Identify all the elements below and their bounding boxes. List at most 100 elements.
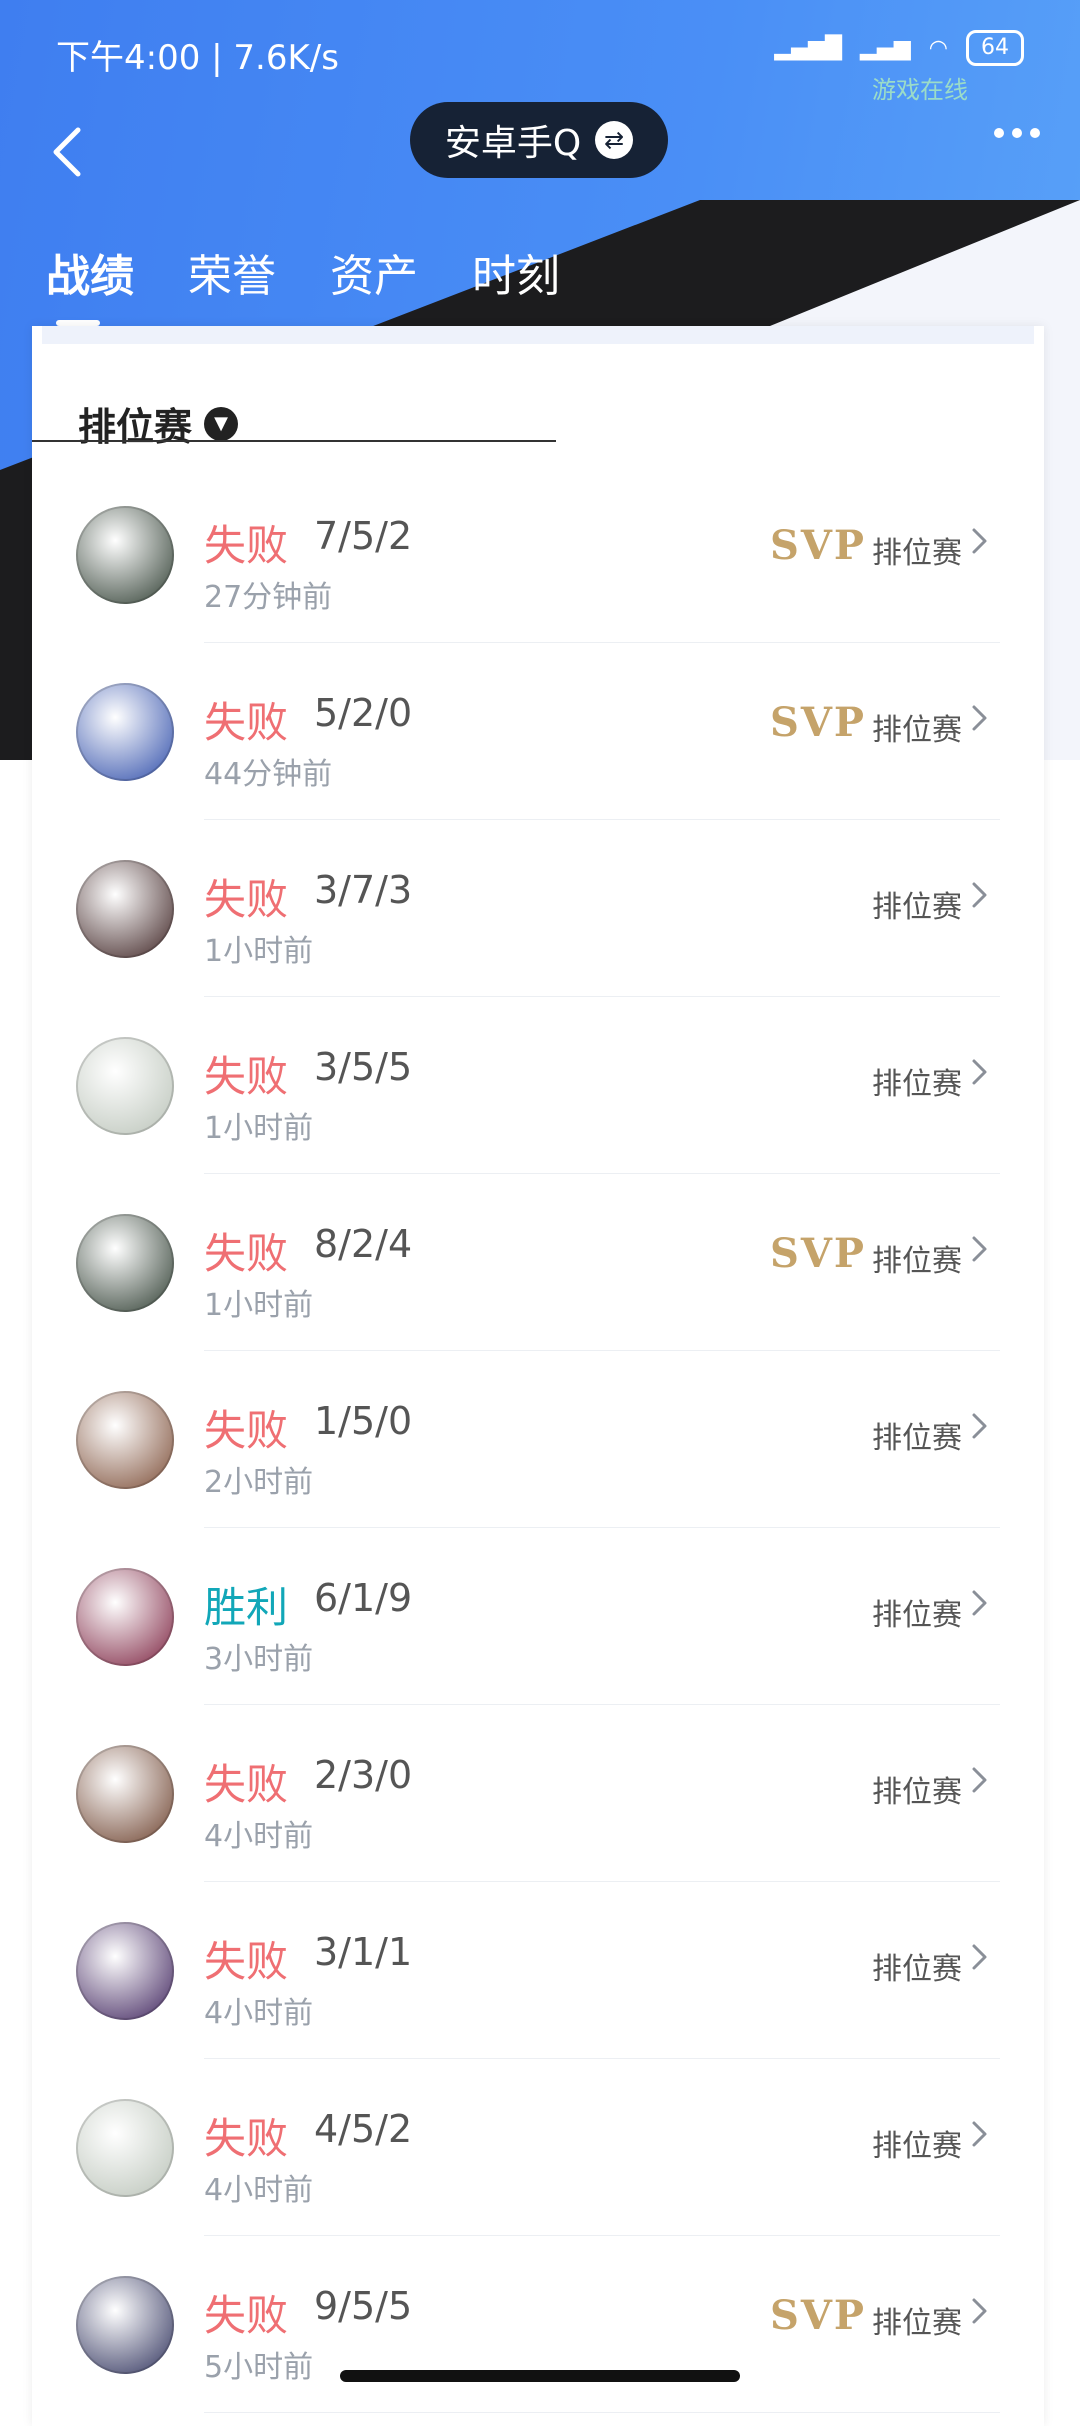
- more-dots-icon[interactable]: [994, 128, 1040, 138]
- hero-avatar: [76, 2099, 174, 2197]
- match-mode: 排位赛: [872, 536, 962, 571]
- hero-avatar: [76, 2276, 174, 2374]
- status-time: 下午4:00 | 7.6K/s: [56, 38, 339, 78]
- tab-record[interactable]: 战绩: [46, 240, 134, 326]
- wifi-icon: ◠: [928, 35, 948, 61]
- match-mode: 排位赛: [872, 1598, 962, 1633]
- account-switch-button[interactable]: 安卓手Q ⇄: [410, 102, 668, 178]
- match-row[interactable]: 失败 8/2/4 1小时前 SVP 排位赛: [32, 1174, 1044, 1351]
- match-row[interactable]: 失败 7/5/2 27分钟前 SVP 排位赛: [32, 466, 1044, 643]
- match-kda: 4/5/2: [314, 2107, 413, 2151]
- match-result: 失败: [204, 1229, 289, 1278]
- match-row[interactable]: 失败 4/5/2 4小时前 排位赛: [32, 2059, 1044, 2236]
- mode-filter[interactable]: 排位赛 ▼: [78, 396, 239, 451]
- filter-label: 排位赛: [78, 405, 193, 449]
- match-kda: 7/5/2: [314, 514, 413, 558]
- hero-avatar: [76, 1568, 174, 1666]
- svp-badge: SVP: [770, 1230, 866, 1277]
- card-top-strip: [42, 326, 1034, 344]
- match-time: 44分钟前: [204, 757, 333, 792]
- match-result: 失败: [204, 875, 289, 924]
- match-kda: 6/1/9: [314, 1576, 413, 1620]
- match-row[interactable]: 失败 3/7/3 1小时前 排位赛: [32, 820, 1044, 997]
- match-time: 4小时前: [204, 1819, 314, 1854]
- match-kda: 3/7/3: [314, 868, 413, 912]
- svp-badge: SVP: [770, 522, 866, 569]
- match-mode: 排位赛: [872, 1067, 962, 1102]
- match-row[interactable]: 失败 3/1/1 4小时前 排位赛: [32, 1882, 1044, 2059]
- match-row[interactable]: 失败 2/3/0 4小时前 排位赛: [32, 1705, 1044, 1882]
- match-result: 失败: [204, 698, 289, 747]
- chevron-right-icon: [972, 1944, 987, 1970]
- chevron-right-icon: [972, 882, 987, 908]
- switch-icon: ⇄: [595, 121, 634, 159]
- match-time: 4小时前: [204, 1996, 314, 2031]
- chevron-right-icon: [972, 1059, 987, 1085]
- match-row[interactable]: 失败 9/5/5 5小时前 SVP 排位赛: [32, 2236, 1044, 2413]
- match-list: 失败 7/5/2 27分钟前 SVP 排位赛 失败 5/2/0 44分钟前 SVP 排位赛 失败 3/…: [32, 466, 1044, 2413]
- match-result: 失败: [204, 1052, 289, 1101]
- match-time: 5小时前: [204, 2350, 314, 2385]
- match-result: 失败: [204, 1937, 289, 1986]
- tab-honor[interactable]: 荣誉: [188, 240, 276, 304]
- hero-avatar: [76, 1037, 174, 1135]
- chevron-right-icon: [972, 1236, 987, 1262]
- match-kda: 9/5/5: [314, 2284, 413, 2328]
- chevron-left-icon[interactable]: [40, 122, 100, 182]
- status-icons: ▂▄▆█ ▂▄▆ ◠ 64: [774, 30, 1024, 66]
- match-mode: 排位赛: [872, 1244, 962, 1279]
- hero-avatar: [76, 860, 174, 958]
- match-kda: 5/2/0: [314, 691, 413, 735]
- chevron-right-icon: [972, 2121, 987, 2147]
- chevron-right-icon: [972, 705, 987, 731]
- match-mode: 排位赛: [872, 1421, 962, 1456]
- match-time: 3小时前: [204, 1642, 314, 1677]
- match-mode: 排位赛: [872, 2129, 962, 2164]
- match-mode: 排位赛: [872, 713, 962, 748]
- match-row[interactable]: 失败 1/5/0 2小时前 排位赛: [32, 1351, 1044, 1528]
- chevron-right-icon: [972, 528, 987, 554]
- hero-avatar: [76, 1745, 174, 1843]
- filter-underline: [32, 440, 556, 442]
- match-time: 1小时前: [204, 1111, 314, 1146]
- match-mode: 排位赛: [872, 1952, 962, 1987]
- match-kda: 3/1/1: [314, 1930, 413, 1974]
- match-row[interactable]: 失败 3/5/5 1小时前 排位赛: [32, 997, 1044, 1174]
- match-result: 失败: [204, 1406, 289, 1455]
- match-time: 1小时前: [204, 934, 314, 969]
- match-card: 排位赛 ▼ 失败 7/5/2 27分钟前 SVP 排位赛 失败 5/2/0 44分钟前 SVP 排…: [32, 326, 1044, 2426]
- match-kda: 3/5/5: [314, 1045, 413, 1089]
- match-kda: 2/3/0: [314, 1753, 413, 1797]
- match-row[interactable]: 失败 5/2/0 44分钟前 SVP 排位赛: [32, 643, 1044, 820]
- match-row[interactable]: 胜利 6/1/9 3小时前 排位赛: [32, 1528, 1044, 1705]
- chevron-right-icon: [972, 1767, 987, 1793]
- match-mode: 排位赛: [872, 890, 962, 925]
- home-indicator: [340, 2370, 740, 2382]
- status-bar: 下午4:00 | 7.6K/s ▂▄▆█ ▂▄▆ ◠ 64 游戏在线: [0, 0, 1080, 104]
- chevron-right-icon: [972, 1590, 987, 1616]
- match-time: 1小时前: [204, 1288, 314, 1323]
- chevron-right-icon: [972, 1413, 987, 1439]
- match-time: 4小时前: [204, 2173, 314, 2208]
- match-result: 胜利: [204, 1583, 289, 1632]
- match-time: 27分钟前: [204, 580, 333, 615]
- match-kda: 8/2/4: [314, 1222, 413, 1266]
- chevron-right-icon: [972, 2298, 987, 2324]
- account-name: 安卓手Q: [444, 123, 582, 164]
- tab-moments[interactable]: 时刻: [472, 240, 560, 304]
- match-mode: 排位赛: [872, 2306, 962, 2341]
- hero-avatar: [76, 1391, 174, 1489]
- match-result: 失败: [204, 521, 289, 570]
- svp-badge: SVP: [770, 699, 866, 746]
- match-result: 失败: [204, 2291, 289, 2340]
- tab-assets[interactable]: 资产: [330, 240, 418, 304]
- signal-icon: ▂▄▆█: [774, 35, 843, 61]
- match-time: 2小时前: [204, 1465, 314, 1500]
- hero-avatar: [76, 506, 174, 604]
- match-result: 失败: [204, 1760, 289, 1809]
- match-mode: 排位赛: [872, 1775, 962, 1810]
- signal-icon-2: ▂▄▆: [860, 35, 911, 61]
- match-result: 失败: [204, 2114, 289, 2163]
- dropdown-icon: ▼: [204, 406, 239, 441]
- battery-icon: 64: [966, 30, 1024, 66]
